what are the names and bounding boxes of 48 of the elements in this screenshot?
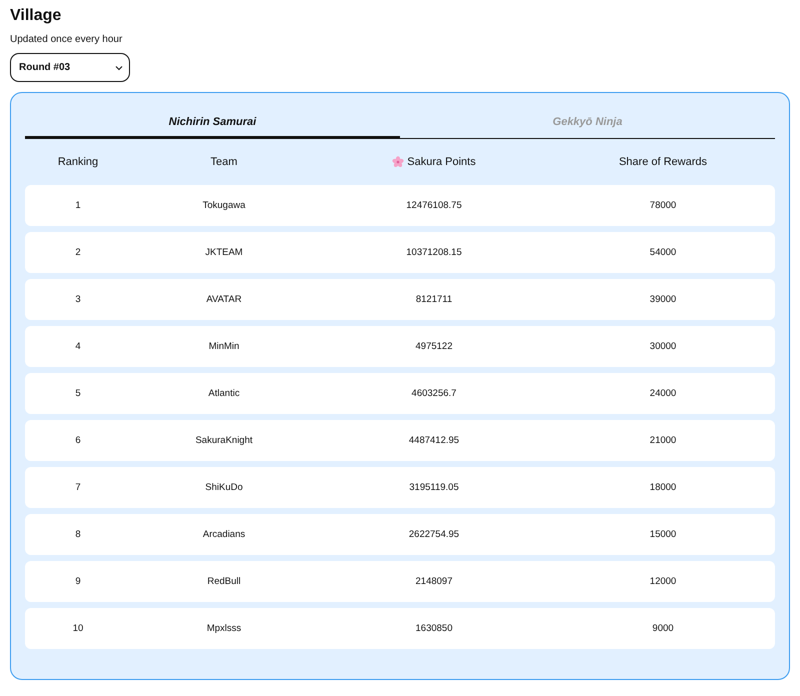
table-cell: 7 bbox=[75, 482, 81, 493]
table-cell: Arcadians bbox=[202, 529, 246, 540]
table-cell: 1630850 bbox=[416, 623, 452, 634]
table-cell: 10 bbox=[72, 623, 84, 634]
round-dropdown[interactable]: Round #03 bbox=[10, 53, 130, 82]
page-subtitle: Updated once every hour bbox=[10, 33, 124, 47]
table-cell: 15000 bbox=[650, 529, 676, 540]
team-tab[interactable]: Nichirin Samurai bbox=[25, 107, 400, 139]
table-cell: RedBull bbox=[207, 576, 241, 587]
table-cell: ShiKuDo bbox=[205, 482, 243, 493]
table-cell: SakuraKnight bbox=[195, 435, 253, 446]
table-cell: Mpxlsss bbox=[206, 623, 242, 634]
table-cell: 1 bbox=[75, 200, 81, 211]
table-cell: 12476108.75 bbox=[406, 200, 462, 211]
table-cell: 10371208.15 bbox=[406, 247, 462, 258]
table-cell: 3 bbox=[75, 294, 81, 305]
table-cell: 9000 bbox=[652, 623, 674, 634]
table-cell: 2622754.95 bbox=[408, 529, 460, 540]
table-cell: 6 bbox=[75, 435, 81, 446]
table-cell: 2148097 bbox=[416, 576, 452, 587]
column-header: Team bbox=[210, 156, 238, 168]
table-cell: 2 bbox=[75, 247, 81, 258]
table-cell: 21000 bbox=[650, 435, 676, 446]
table-cell: 5 bbox=[75, 388, 81, 399]
table-cell: MinMin bbox=[208, 341, 240, 352]
table-cell: 4603256.7 bbox=[412, 388, 456, 399]
table-cell: 18000 bbox=[650, 482, 676, 493]
table-cell: 24000 bbox=[650, 388, 676, 399]
table-cell: 8 bbox=[75, 529, 81, 540]
table-cell: 54000 bbox=[650, 247, 676, 258]
page-title: Village bbox=[10, 6, 62, 26]
table-cell: 30000 bbox=[650, 341, 676, 352]
table-cell: 3195119.05 bbox=[409, 482, 459, 493]
table-cell: JKTEAM bbox=[205, 247, 243, 258]
table-cell: 9 bbox=[75, 576, 81, 587]
table-cell: Tokugawa bbox=[202, 200, 246, 211]
table-cell: AVATAR bbox=[206, 294, 242, 305]
table-cell: 78000 bbox=[650, 200, 676, 211]
table-cell: 39000 bbox=[650, 294, 676, 305]
table-cell: Atlantic bbox=[208, 388, 240, 399]
table-cell: 8121711 bbox=[416, 294, 452, 305]
table-cell: 12000 bbox=[650, 576, 676, 587]
table-cell: 4975122 bbox=[416, 341, 452, 352]
table-cell: 4487412.95 bbox=[408, 435, 460, 446]
table-cell: 4 bbox=[75, 341, 81, 352]
column-header: Sakura Points bbox=[407, 156, 476, 168]
column-header: Share of Rewards bbox=[618, 156, 708, 168]
column-header: Ranking bbox=[56, 156, 100, 168]
